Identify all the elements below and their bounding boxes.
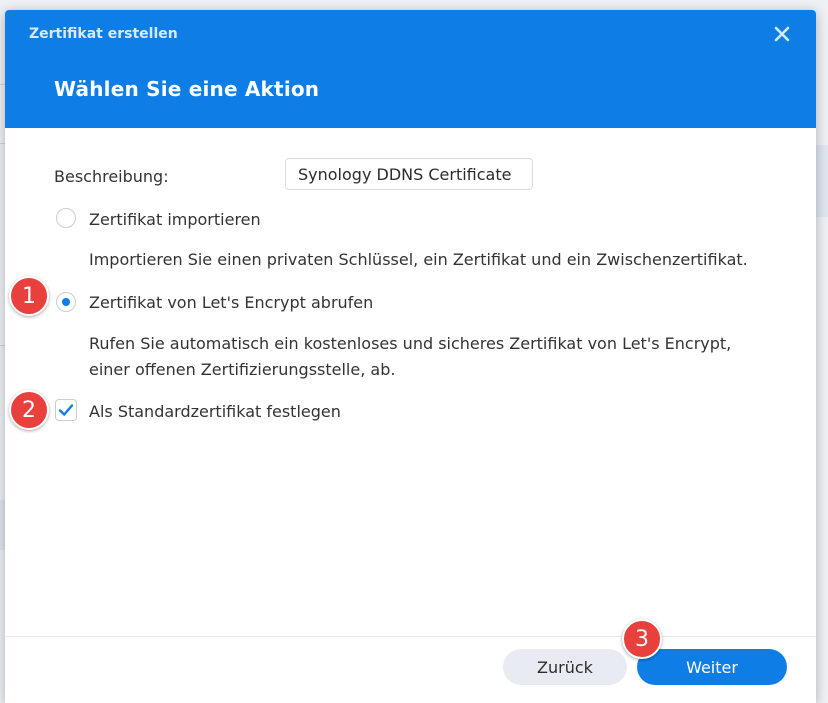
description-field[interactable]: Synology DDNS Certificate (285, 158, 533, 190)
dialog-heading: Wählen Sie eine Aktion (54, 77, 320, 101)
close-icon (774, 26, 790, 42)
description-label: Beschreibung: (54, 167, 169, 186)
background-panel (816, 145, 828, 217)
footer-divider (5, 636, 816, 637)
dialog-header: Zertifikat erstellen Wählen Sie eine Akt… (5, 10, 816, 128)
window-title: Zertifikat erstellen (29, 26, 178, 42)
check-icon (58, 404, 74, 416)
default-certificate-label[interactable]: Als Standardzertifikat festlegen (89, 402, 341, 421)
back-button[interactable]: Zurück (503, 649, 627, 685)
annotation-badge-2: 2 (9, 390, 49, 430)
option-lets-encrypt-help-line2: einer offenen Zertifizierungsstelle, ab. (89, 360, 396, 379)
next-button[interactable]: Weiter (637, 649, 787, 685)
option-lets-encrypt-label[interactable]: Zertifikat von Let's Encrypt abrufen (89, 293, 373, 312)
close-button[interactable] (770, 22, 794, 46)
radio-lets-encrypt[interactable] (56, 292, 76, 312)
default-certificate-checkbox[interactable] (55, 399, 77, 421)
option-import-certificate-label[interactable]: Zertifikat importieren (89, 210, 261, 229)
option-lets-encrypt-help-line1: Rufen Sie automatisch ein kostenloses un… (89, 334, 732, 353)
option-import-certificate-help: Importieren Sie einen privaten Schlüssel… (89, 250, 748, 269)
radio-import-certificate[interactable] (56, 208, 76, 228)
annotation-badge-1: 1 (9, 276, 49, 316)
create-certificate-dialog: Zertifikat erstellen Wählen Sie eine Akt… (5, 10, 816, 703)
annotation-badge-3: 3 (622, 619, 662, 659)
